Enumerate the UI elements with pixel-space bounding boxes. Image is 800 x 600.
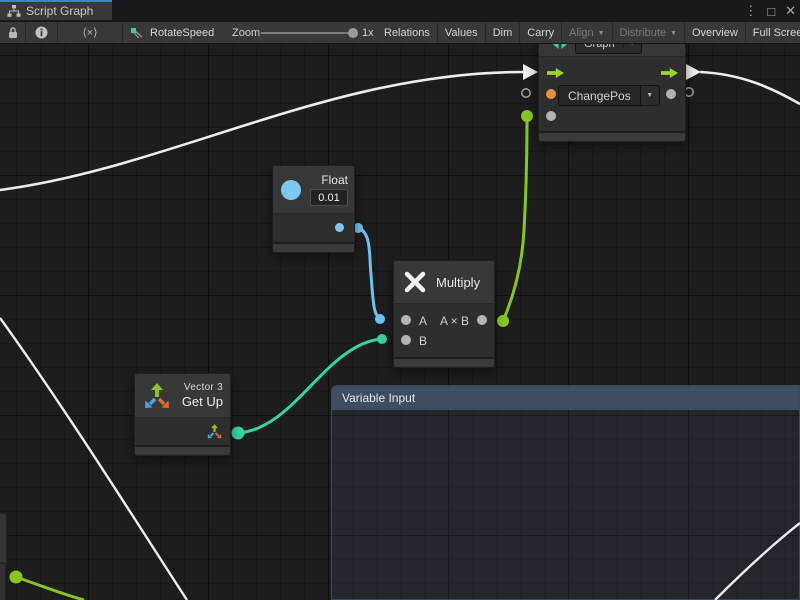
zoom-value: 1x	[362, 22, 374, 43]
zoom-slider[interactable]	[261, 32, 353, 34]
port-a-in[interactable]	[401, 315, 411, 325]
script-graph-icon	[7, 5, 21, 17]
port-result-out[interactable]	[477, 315, 487, 325]
offscreen-node-footer	[0, 563, 6, 600]
node-title: Multiply	[436, 275, 480, 290]
float-type-icon	[281, 180, 301, 200]
variable-name-dropdown[interactable]: ChangePos ▼	[558, 85, 660, 106]
node-footer	[135, 445, 230, 455]
graph-toolbar: ⟨×⟩ RotateSpeed Zoom 1x Relations Values…	[0, 22, 800, 44]
maximize-icon[interactable]: □	[767, 4, 775, 19]
variable-name: ChangePos	[559, 89, 640, 103]
port-fallback[interactable]	[546, 111, 556, 121]
toolbar-button-dim[interactable]: Dim	[485, 22, 520, 43]
script-graph-window: Variable Input	[0, 0, 800, 600]
multiply-x-icon	[403, 270, 427, 294]
node-multiply[interactable]: Multiply A A × B B	[393, 260, 495, 368]
flow-in-port[interactable]	[547, 67, 564, 79]
port-b-in[interactable]	[401, 335, 411, 345]
toolbar-button-values[interactable]: Values	[437, 22, 485, 43]
menu-icon[interactable]: ⋮	[744, 3, 757, 19]
float-value-field[interactable]: 0.01	[310, 189, 348, 206]
node-title: Float	[321, 173, 348, 187]
group-variable-input[interactable]: Variable Input	[331, 385, 800, 600]
zoom-label: Zoom	[232, 22, 260, 43]
flow-out-port[interactable]	[661, 67, 678, 79]
node-footer	[394, 357, 494, 367]
code-icon[interactable]: ⟨×⟩	[58, 22, 122, 43]
chevron-down-icon: ▼	[670, 29, 677, 37]
offscreen-node-body[interactable]	[0, 513, 7, 563]
info-icon[interactable]	[26, 22, 57, 43]
node-float[interactable]: Float 0.01	[272, 165, 355, 253]
port-a-label: A	[419, 314, 427, 328]
tab-script-graph[interactable]: Script Graph	[0, 0, 112, 20]
toolbar-button-relations[interactable]: Relations	[377, 22, 437, 43]
close-icon[interactable]: ✕	[785, 3, 796, 19]
node-subtitle: Get Up	[182, 394, 223, 409]
port-out-label: A × B	[440, 314, 469, 328]
chevron-down-icon: ▼	[640, 86, 659, 105]
window-tab-bar: Script Graph ⋮ □ ✕	[0, 0, 800, 22]
node-footer	[273, 242, 354, 252]
zoom-slider-handle[interactable]	[348, 28, 358, 38]
port-value-in[interactable]	[546, 89, 556, 99]
tab-label: Script Graph	[26, 4, 93, 18]
toolbar-button-distribute[interactable]: Distribute▼	[612, 22, 684, 43]
port-float-out[interactable]	[335, 223, 344, 232]
group-title[interactable]: Variable Input	[332, 386, 799, 410]
port-b-label: B	[419, 334, 427, 348]
toolbar-button-fullscreen[interactable]: Full Screen	[745, 22, 800, 43]
toolbar-button-carry[interactable]: Carry	[519, 22, 561, 43]
toolbar-button-align[interactable]: Align▼	[561, 22, 611, 43]
toolbar-button-overview[interactable]: Overview	[684, 22, 745, 43]
port-value-out[interactable]	[666, 89, 676, 99]
lock-icon[interactable]	[0, 22, 25, 43]
node-title: Vector 3	[184, 382, 223, 393]
port-vector3-out[interactable]	[206, 423, 223, 440]
vector3-icon	[142, 381, 172, 411]
graph-name[interactable]: RotateSpeed	[150, 22, 214, 43]
node-set-variable[interactable]: Graph ▼ ChangePos ▼	[538, 30, 686, 142]
chevron-down-icon: ▼	[598, 29, 605, 37]
node-vector3-get-up[interactable]: Vector 3 Get Up	[134, 373, 231, 456]
graph-node-icon	[128, 22, 146, 43]
node-footer	[539, 131, 685, 141]
